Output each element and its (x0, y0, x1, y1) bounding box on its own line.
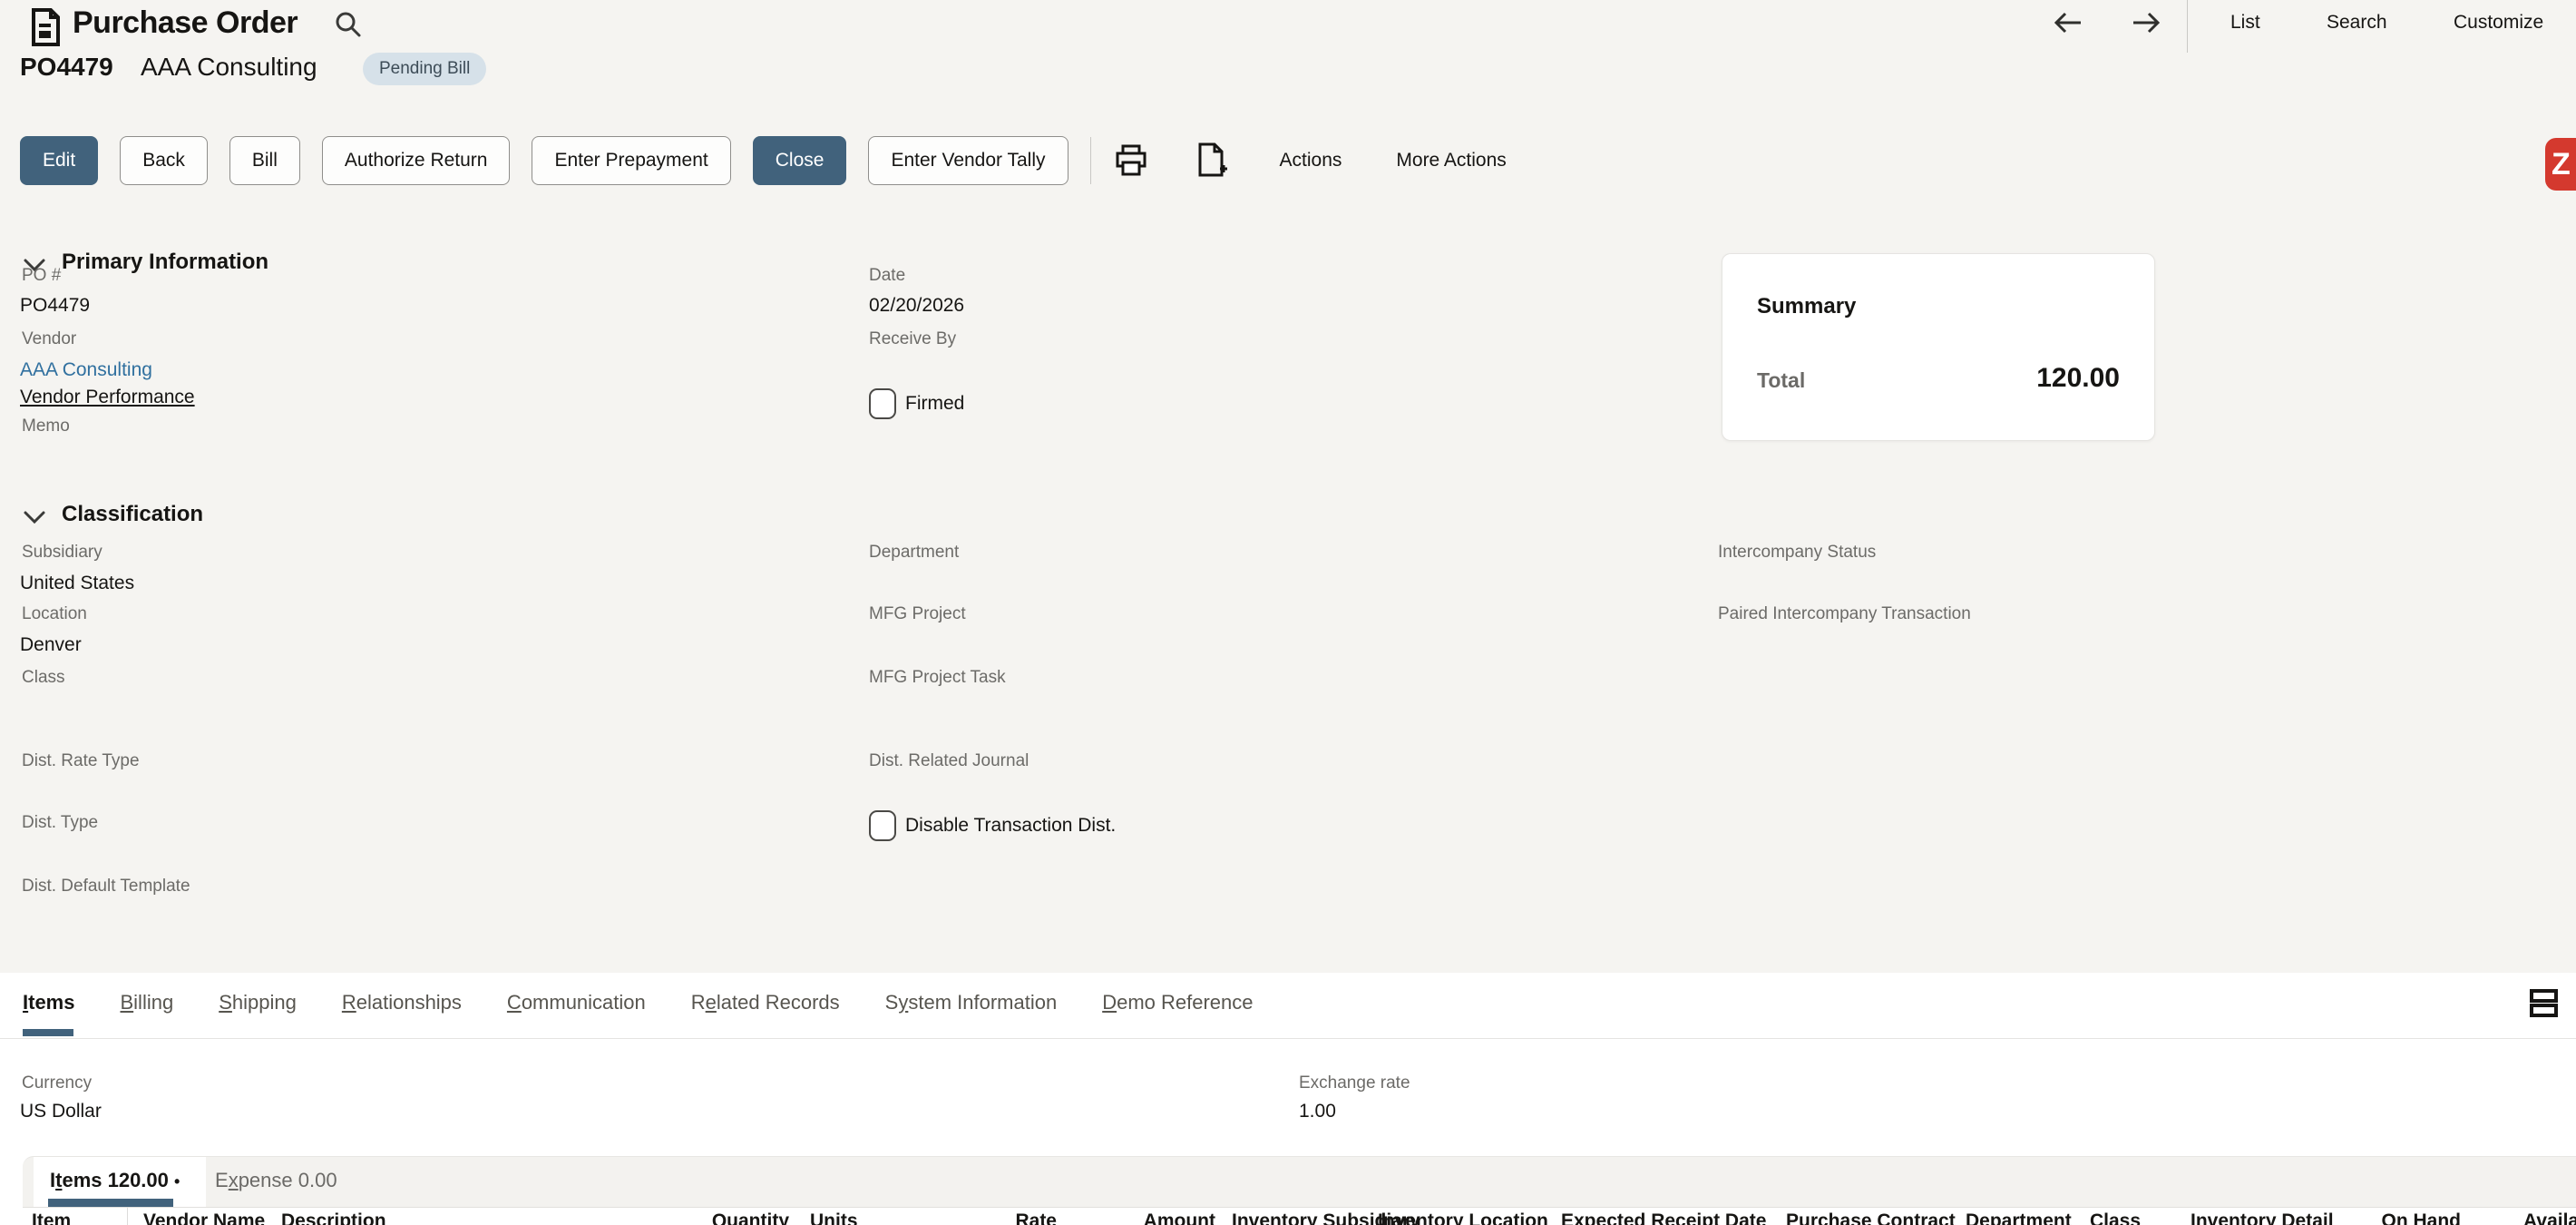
subsidiary-value: United States (20, 573, 134, 594)
col-class: Class (2090, 1210, 2141, 1225)
table-column-divider (127, 1207, 128, 1225)
subsidiary-label: Subsidiary (22, 543, 102, 563)
subtab-expense[interactable]: Expense 0.00 (215, 1169, 337, 1192)
firmed-checkbox-label: Firmed (905, 393, 964, 415)
dist-default-template-label: Dist. Default Template (22, 877, 190, 897)
po-number-label: PO # (22, 266, 61, 286)
primary-information-heading: Primary Information (62, 250, 268, 275)
tabs-divider (0, 1038, 2576, 1039)
nav-list-link[interactable]: List (2230, 12, 2260, 34)
summary-total-label: Total (1757, 368, 1805, 393)
tab-communication[interactable]: Communication (507, 991, 646, 1014)
mfg-project-task-label: MFG Project Task (869, 668, 1006, 688)
location-label: Location (22, 604, 87, 624)
main-tabs: Items Billing Shipping Relationships Com… (23, 991, 1254, 1014)
disable-transaction-dist-checkbox[interactable] (869, 810, 896, 841)
active-tab-indicator (23, 1029, 73, 1036)
record-id: PO4479 (20, 53, 113, 82)
currency-label: Currency (22, 1073, 92, 1093)
feedback-side-badge[interactable]: Z (2545, 138, 2576, 191)
class-label: Class (22, 668, 65, 688)
enter-vendor-tally-button[interactable]: Enter Vendor Tally (868, 136, 1068, 185)
search-icon[interactable] (334, 10, 363, 39)
col-inventory-location: Inventory Location (1378, 1210, 1548, 1225)
tab-demo-reference[interactable]: Demo Reference (1102, 991, 1253, 1014)
col-units: Units (810, 1210, 858, 1225)
tab-items[interactable]: Items (23, 991, 74, 1014)
print-icon[interactable] (1113, 142, 1149, 179)
col-on-hand: On Hand (2340, 1210, 2461, 1225)
summary-heading: Summary (1757, 294, 1856, 319)
forward-arrow-icon[interactable] (2130, 9, 2162, 36)
po-number-value: PO4479 (20, 295, 90, 317)
location-value: Denver (20, 634, 82, 656)
intercompany-status-label: Intercompany Status (1718, 543, 1876, 563)
expand-collapse-rows-icon[interactable] (2529, 987, 2560, 1018)
side-badge-glyph: Z (2552, 147, 2571, 182)
summary-card: Summary Total 120.00 (1722, 253, 2155, 441)
sublist-tab-strip: Items 120.00 • Expense 0.00 (23, 1156, 2576, 1208)
purchase-order-page: Purchase Order List Search Customize PO4… (0, 0, 2576, 1225)
col-available: Available (2523, 1210, 2576, 1225)
transaction-doc-icon (27, 7, 63, 47)
more-actions-menu-button[interactable]: More Actions (1396, 150, 1506, 172)
tab-shipping[interactable]: Shipping (219, 991, 297, 1014)
enter-prepayment-button[interactable]: Enter Prepayment (532, 136, 730, 185)
col-inventory-detail: Inventory Detail (2191, 1210, 2334, 1225)
date-label: Date (869, 266, 905, 286)
active-subtab-indicator (48, 1199, 173, 1207)
col-vendor-name: Vendor Name (143, 1210, 265, 1225)
nav-divider (2187, 0, 2188, 53)
dist-type-label: Dist. Type (22, 813, 98, 833)
back-button[interactable]: Back (120, 136, 208, 185)
department-label: Department (869, 543, 959, 563)
status-badge: Pending Bill (363, 53, 486, 85)
unsaved-marker: • (174, 1172, 180, 1191)
record-name: AAA Consulting (141, 53, 317, 82)
tab-relationships[interactable]: Relationships (342, 991, 462, 1014)
tab-related-records[interactable]: Related Records (691, 991, 840, 1014)
new-document-icon[interactable] (1193, 142, 1229, 180)
bill-button[interactable]: Bill (229, 136, 300, 185)
page-title: Purchase Order (73, 5, 298, 41)
authorize-return-button[interactable]: Authorize Return (322, 136, 511, 185)
classification-section-chevron-icon[interactable] (23, 510, 46, 524)
mfg-project-label: MFG Project (869, 604, 966, 624)
col-item: Item (32, 1210, 71, 1225)
dist-related-journal-label: Dist. Related Journal (869, 751, 1029, 771)
vendor-link[interactable]: AAA Consulting (20, 359, 152, 381)
tab-system-information[interactable]: System Information (885, 991, 1058, 1014)
edit-button[interactable]: Edit (20, 136, 98, 185)
col-amount: Amount (1075, 1210, 1215, 1225)
close-button[interactable]: Close (753, 136, 847, 185)
memo-label: Memo (22, 416, 70, 436)
col-purchase-contract: Purchase Contract (1786, 1210, 1956, 1225)
col-rate: Rate (916, 1210, 1057, 1225)
nav-customize-link[interactable]: Customize (2454, 12, 2543, 34)
date-value: 02/20/2026 (869, 295, 964, 317)
disable-transaction-dist-label: Disable Transaction Dist. (905, 815, 1116, 837)
receive-by-label: Receive By (869, 329, 956, 349)
toolbar: Edit Back Bill Authorize Return Enter Pr… (20, 136, 1507, 185)
exchange-rate-value: 1.00 (1299, 1101, 1336, 1122)
actions-menu-button[interactable]: Actions (1280, 150, 1342, 172)
col-quantity: Quantity (626, 1210, 789, 1225)
subtab-items[interactable]: Items 120.00 • (50, 1169, 180, 1192)
nav-search-link[interactable]: Search (2327, 12, 2387, 34)
dist-rate-type-label: Dist. Rate Type (22, 751, 140, 771)
vendor-performance-link[interactable]: Vendor Performance (20, 387, 195, 408)
col-expected-receipt-date: Expected Receipt Date (1561, 1210, 1766, 1225)
paired-intercompany-transaction-label: Paired Intercompany Transaction (1718, 604, 1971, 624)
toolbar-divider (1090, 137, 1091, 184)
vendor-label: Vendor (22, 329, 76, 349)
currency-value: US Dollar (20, 1101, 102, 1122)
col-department: Department (1966, 1210, 2072, 1225)
firmed-checkbox[interactable] (869, 388, 896, 419)
col-description: Description (281, 1210, 386, 1225)
back-arrow-icon[interactable] (2052, 9, 2084, 36)
summary-total-value: 120.00 (1937, 363, 2120, 394)
tab-billing[interactable]: Billing (120, 991, 173, 1014)
classification-heading: Classification (62, 502, 203, 527)
exchange-rate-label: Exchange rate (1299, 1073, 1410, 1093)
